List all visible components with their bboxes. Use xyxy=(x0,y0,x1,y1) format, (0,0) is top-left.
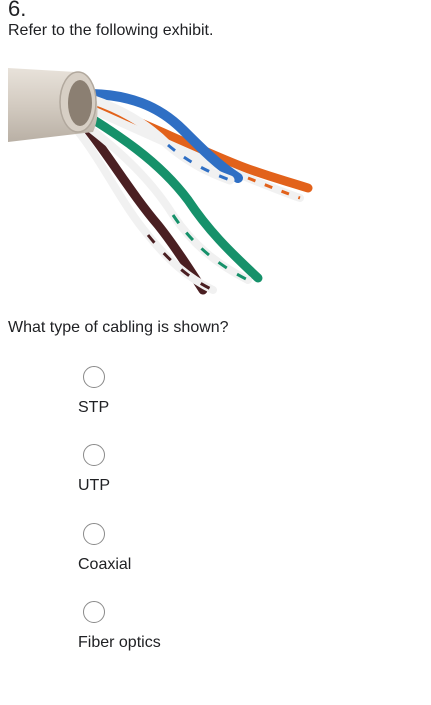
question-intro: Refer to the following exhibit. xyxy=(8,22,214,39)
question-text: What type of cabling is shown? xyxy=(8,319,229,336)
question-number: 6. xyxy=(8,0,27,21)
radio-button[interactable] xyxy=(83,444,105,466)
option-label: UTP xyxy=(78,477,110,494)
option-label: Coaxial xyxy=(78,556,132,573)
option-fiber-optics[interactable]: Fiber optics xyxy=(78,601,278,661)
option-label: STP xyxy=(78,399,110,416)
option-utp[interactable]: UTP xyxy=(78,444,278,504)
radio-button[interactable] xyxy=(83,523,105,545)
radio-button[interactable] xyxy=(83,601,105,623)
radio-button[interactable] xyxy=(83,366,105,388)
option-stp[interactable]: STP xyxy=(78,366,278,426)
exhibit-image xyxy=(8,68,313,295)
option-coaxial[interactable]: Coaxial xyxy=(78,523,278,583)
option-label: Fiber optics xyxy=(78,634,161,651)
cable-jacket xyxy=(8,68,98,142)
